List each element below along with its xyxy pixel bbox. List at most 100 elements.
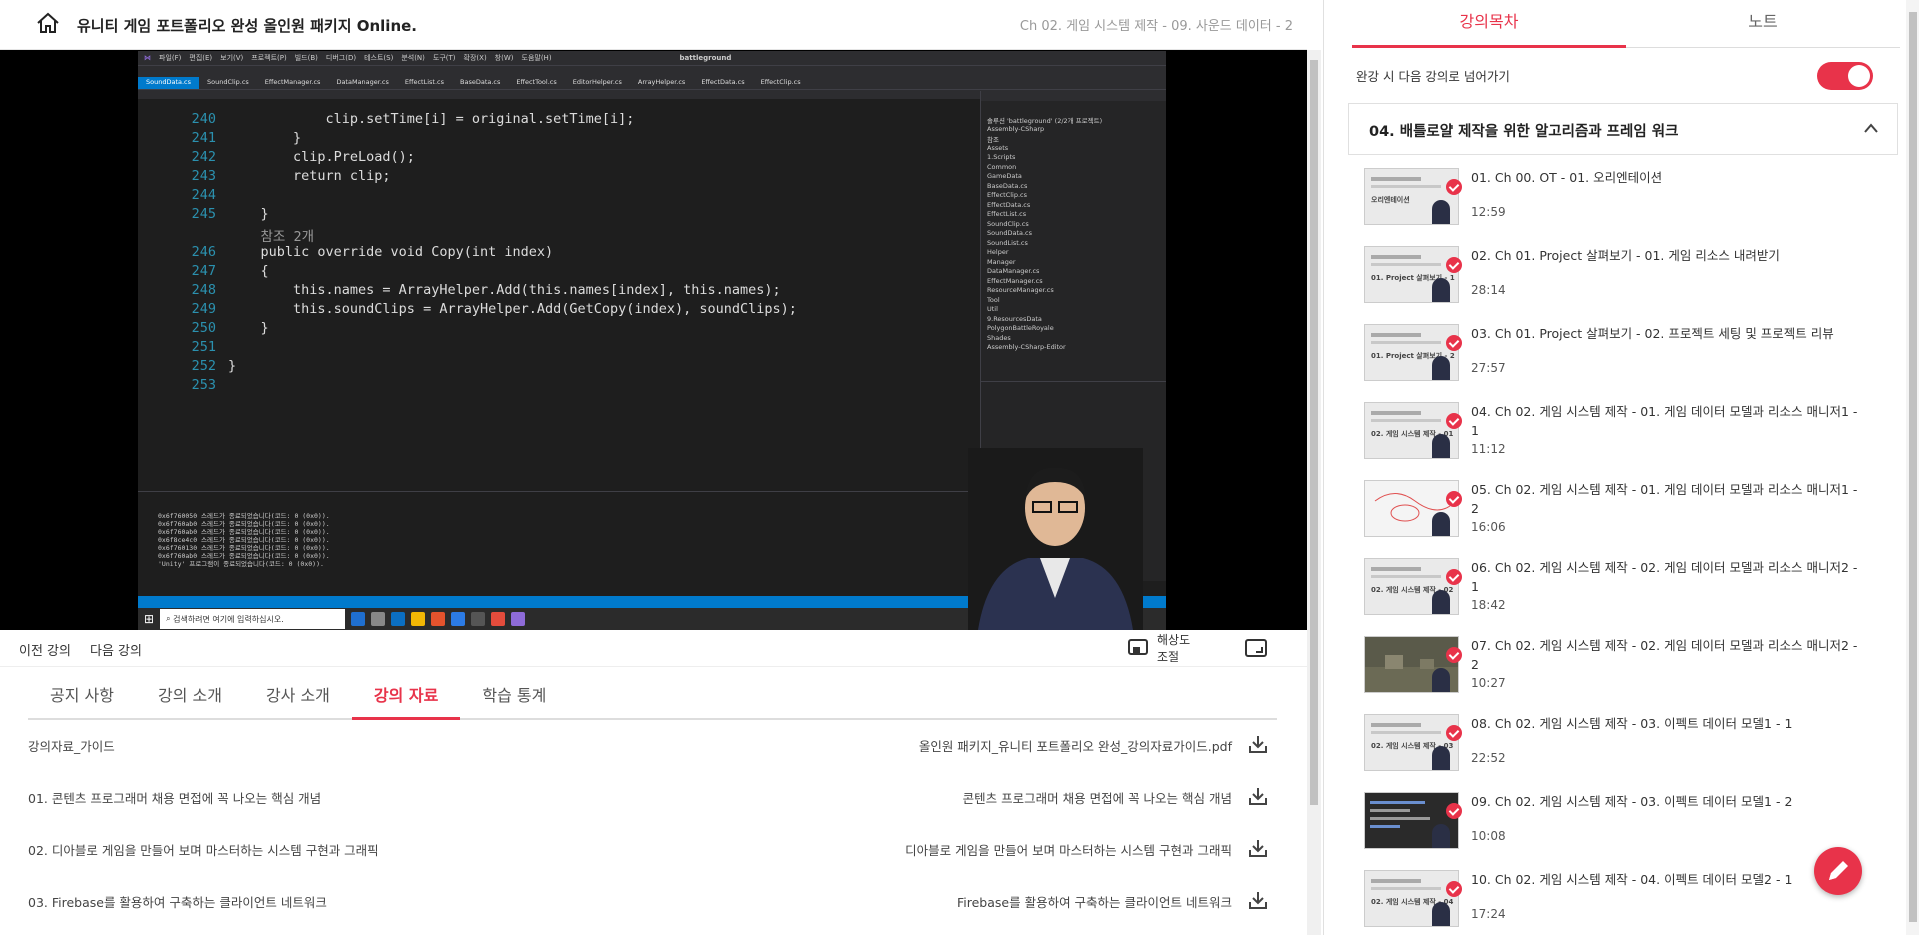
resource-row: 강의자료_가이드 올인원 패키지_유니티 포트폴리오 완성_강의자료가이드.pd…	[28, 726, 1268, 766]
completed-check-icon	[1446, 335, 1462, 351]
resource-file-link[interactable]: 콘텐츠 프로그래머 채용 면접에 꼭 나오는 핵심 개념	[963, 788, 1232, 807]
output-line: 'Unity' 프로그램이 종료되었습니다(코드: 0 (0x0)).	[158, 560, 324, 568]
code-line: 243 return clip;	[191, 168, 391, 184]
sidebar-scrollbar-thumb[interactable]	[1909, 12, 1917, 922]
resource-file-link[interactable]: 올인원 패키지_유니티 포트폴리오 완성_강의자료가이드.pdf	[919, 736, 1232, 755]
vs-tab: ArrayHelper.cs	[637, 78, 686, 86]
lecture-item[interactable]: 02. 게임 시스템 제작 - 01 04. Ch 02. 게임 시스템 제작 …	[1364, 402, 1884, 472]
firefox-icon	[431, 612, 446, 626]
lecture-item[interactable]: 02. 게임 시스템 제작 - 02 06. Ch 02. 게임 시스템 제작 …	[1364, 558, 1884, 628]
tab-curriculum[interactable]: 강의목차	[1352, 0, 1626, 48]
download-icon[interactable]	[1248, 786, 1268, 806]
tab-learning-stats[interactable]: 학습 통계	[460, 675, 568, 720]
lecture-item[interactable]: 07. Ch 02. 게임 시스템 제작 - 02. 게임 데이터 모델과 리소…	[1364, 636, 1884, 706]
code-line: 252}	[191, 358, 237, 374]
section-header[interactable]: 04. 배틀로얄 제작을 위한 알고리즘과 프레임 워크	[1348, 103, 1898, 155]
resource-name: 01. 콘텐츠 프로그래머 채용 면접에 꼭 나오는 핵심 개념	[28, 791, 322, 806]
chevron-up-icon[interactable]	[1863, 122, 1879, 134]
vs-tab: SoundData.cs	[138, 77, 200, 89]
content-tabs: 공지 사항 강의 소개 강사 소개 강의 자료 학습 통계	[28, 675, 1277, 720]
vs-menu-item: 디버그(D)	[325, 54, 357, 62]
lecture-thumbnail: 01. Project 살펴보기 - 1	[1364, 246, 1459, 303]
code-line: 247 {	[191, 263, 269, 279]
fullscreen-icon[interactable]	[1245, 639, 1267, 659]
toggle-knob	[1848, 65, 1870, 87]
lecture-item[interactable]: 02. 게임 시스템 제작 - 04 10. Ch 02. 게임 시스템 제작 …	[1364, 870, 1884, 940]
lecture-duration: 11:12	[1471, 442, 1506, 456]
completed-check-icon	[1446, 413, 1462, 429]
sidebar-scrollbar[interactable]	[1906, 0, 1919, 935]
resource-row: 03. Firebase를 활용하여 구축하는 클라이언트 네트워크 Fireb…	[28, 882, 1268, 922]
vs-menu-item: 테스트(S)	[364, 54, 394, 62]
solution-tree-item: Tool	[987, 295, 1000, 304]
code-line: 249 this.soundClips = ArrayHelper.Add(Ge…	[191, 301, 797, 317]
download-icon[interactable]	[1248, 890, 1268, 910]
completed-check-icon	[1446, 179, 1462, 195]
lecture-title: 01. Ch 00. OT - 01. 오리엔테이션	[1471, 170, 1663, 185]
autoplay-toggle[interactable]	[1817, 62, 1873, 90]
home-icon[interactable]	[36, 12, 60, 34]
lecture-title: 07. Ch 02. 게임 시스템 제작 - 02. 게임 데이터 모델과 리소…	[1471, 638, 1858, 672]
vs-menu-item: 분석(N)	[401, 54, 425, 62]
lecture-item[interactable]: 01. Project 살펴보기 - 1 02. Ch 01. Project …	[1364, 246, 1884, 316]
solution-tree-item: 솔루션 'battleground' (2/2개 프로젝트)	[987, 117, 1103, 125]
lecture-title: 03. Ch 01. Project 살펴보기 - 02. 프로젝트 세팅 및 …	[1471, 326, 1834, 341]
main-scrollbar[interactable]	[1307, 50, 1321, 935]
tab-course-intro[interactable]: 강의 소개	[136, 675, 244, 720]
vs-menu-item: 도구(T)	[432, 54, 456, 62]
tab-materials[interactable]: 강의 자료	[351, 675, 461, 720]
solution-tree-item: Helper	[987, 248, 1009, 256]
explorer-icon	[411, 612, 426, 626]
completed-check-icon	[1446, 725, 1462, 741]
vs-menu-item: 프로젝트(P)	[251, 54, 287, 62]
resource-file-link[interactable]: 디아블로 게임을 만들어 보며 마스터하는 시스템 구현과 그래픽	[905, 840, 1232, 859]
solution-tree-item: PolygonBattleRoyale	[987, 324, 1054, 332]
solution-tree-item: Util	[987, 305, 998, 313]
player-controls: 이전 강의 다음 강의 해상도 조절	[0, 630, 1307, 667]
lecture-item[interactable]: 09. Ch 02. 게임 시스템 제작 - 03. 이펙트 데이터 모델1 -…	[1364, 792, 1884, 862]
vs-menubar: ⋈ 파일(F) 편집(E) 보기(V) 프로젝트(P) 빌드(B) 디버그(D)…	[138, 51, 1166, 65]
output-panel: 0x6f760050 스레드가 종료되었습니다(코드: 0 (0x0)). 0x…	[138, 491, 980, 591]
lecture-duration: 27:57	[1471, 361, 1506, 375]
tab-instructor-intro[interactable]: 강사 소개	[244, 675, 352, 720]
solution-tree-item: EffectData.cs	[987, 200, 1031, 209]
tab-notice[interactable]: 공지 사항	[28, 675, 136, 720]
lecture-thumbnail	[1364, 636, 1459, 693]
output-line: 0x6f760130 스레드가 종료되었습니다(코드: 0 (0x0)).	[158, 544, 330, 552]
lecture-title: 10. Ch 02. 게임 시스템 제작 - 04. 이펙트 데이터 모델2 -…	[1471, 872, 1793, 887]
lecture-duration: 22:52	[1471, 751, 1506, 765]
vs-tab: DataManager.cs	[336, 78, 389, 86]
player-pane: 유니티 게임 포트폴리오 완성 올인원 패키지 Online. Ch 02. 게…	[0, 0, 1307, 935]
taskbar-search-box: ⌕ 검색하려면 여기에 입력하십시오.	[160, 609, 346, 629]
autoplay-label: 완강 시 다음 강의로 넘어가기	[1356, 69, 1510, 84]
section-title: 04. 배틀로얄 제작을 위한 알고리즘과 프레임 워크	[1369, 124, 1679, 140]
video-player[interactable]: ⋈ 파일(F) 편집(E) 보기(V) 프로젝트(P) 빌드(B) 디버그(D)…	[0, 50, 1307, 630]
code-line: 251	[191, 339, 216, 355]
prev-lecture-button[interactable]: 이전 강의	[19, 640, 71, 659]
main-scrollbar-thumb[interactable]	[1310, 60, 1318, 805]
lecture-item[interactable]: 02. 게임 시스템 제작 - 03 08. Ch 02. 게임 시스템 제작 …	[1364, 714, 1884, 784]
code-line: 241 }	[191, 130, 302, 146]
vs-tab: EffectClip.cs	[760, 78, 801, 86]
download-icon[interactable]	[1248, 838, 1268, 858]
tab-notes[interactable]: 노트	[1626, 0, 1900, 48]
resource-file-link[interactable]: Firebase를 활용하여 구축하는 클라이언트 네트워크	[957, 892, 1232, 911]
completed-check-icon	[1446, 569, 1462, 585]
vs-menu-item: 빌드(B)	[294, 54, 318, 62]
download-icon[interactable]	[1248, 734, 1268, 754]
write-note-button[interactable]	[1814, 847, 1862, 895]
resolution-button[interactable]: 해상도 조절	[1157, 632, 1190, 666]
lecture-item[interactable]: 오리엔테이션 01. Ch 00. OT - 01. 오리엔테이션 12:59	[1364, 168, 1884, 238]
vs-tab: EditorHelper.cs	[572, 78, 622, 86]
lecture-title: 05. Ch 02. 게임 시스템 제작 - 01. 게임 데이터 모델과 리소…	[1471, 482, 1858, 516]
completed-check-icon	[1446, 257, 1462, 273]
lecture-title: 09. Ch 02. 게임 시스템 제작 - 03. 이펙트 데이터 모델1 -…	[1471, 794, 1793, 809]
curriculum-sidebar: 강의목차 노트 완강 시 다음 강의로 넘어가기 04. 배틀로얄 제작을 위한…	[1323, 0, 1919, 935]
code-line: 240 clip.setTime[i] = original.setTime[i…	[191, 111, 635, 127]
solution-tree-item: GameData	[987, 172, 1022, 180]
resolution-label-line1: 해상도	[1157, 633, 1191, 647]
lecture-item[interactable]: 01. Project 살펴보기 - 2 03. Ch 01. Project …	[1364, 324, 1884, 394]
next-lecture-button[interactable]: 다음 강의	[90, 640, 142, 659]
lecture-item[interactable]: 05. Ch 02. 게임 시스템 제작 - 01. 게임 데이터 모델과 리소…	[1364, 480, 1884, 550]
resolution-icon[interactable]	[1128, 639, 1148, 657]
